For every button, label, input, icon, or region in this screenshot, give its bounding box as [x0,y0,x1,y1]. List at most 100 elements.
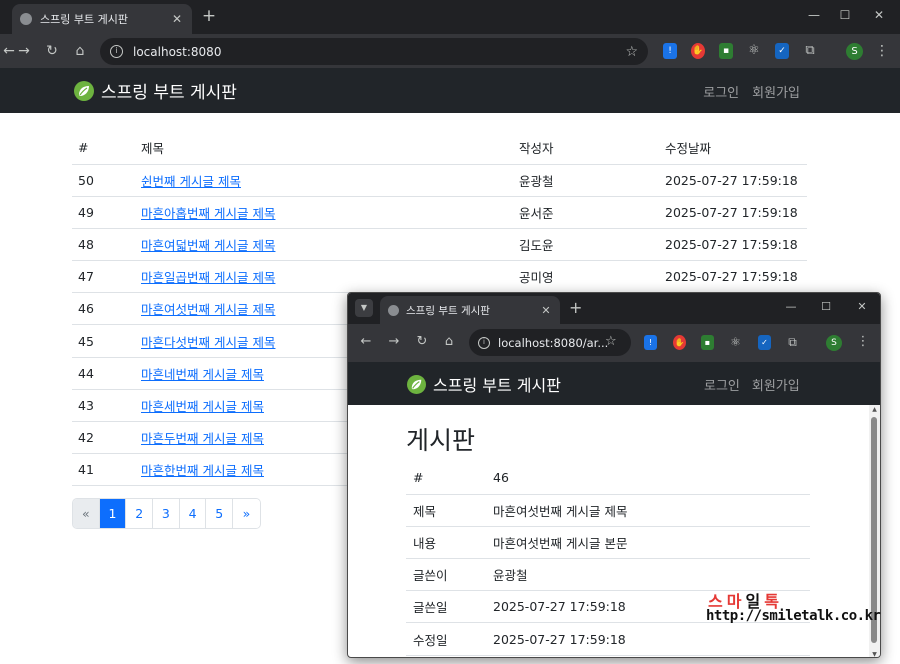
detail-row: #46 [406,462,810,495]
row-num: 49 [72,196,135,229]
tab-search-chevron-icon[interactable]: ▼ [355,299,373,317]
browser-tab-bar: 스프링 부트 게시판 ✕ + — ☐ ✕ [0,0,900,34]
page-button-1[interactable]: 1 [99,499,127,528]
page-button-2[interactable]: 2 [126,499,154,528]
page-next-button[interactable]: » [233,499,260,528]
detail-value: 마흔여섯번째 게시글 제목 [486,494,810,527]
page-prev-button[interactable]: « [73,499,100,528]
post-detail-table: #46 제목 마흔여섯번째 게시글 제목 내용 마흔여섯번째 게시글 본문 글쓴이 윤… [406,462,810,656]
row-num: 50 [72,164,135,197]
popup-window-close-button[interactable]: ✕ [853,300,871,313]
site-brand[interactable]: 스프링 부트 게시판 [74,78,237,103]
page-button-4[interactable]: 4 [179,499,207,528]
popup-tab-title: 스프링 부트 게시판 [406,304,490,317]
popup-nav-signup-link[interactable]: 회원가입 [752,375,800,394]
post-title-link[interactable]: 마흔다섯번째 게시글 제목 [141,335,275,350]
browser-toolbar: ← → ↻ ⌂ i localhost:8080 ☆ ! ✋ ▪ ⚛ ✓ ⧉ S… [0,34,900,68]
checkmark-ext-icon[interactable]: ✓ [775,43,789,59]
menu-icon[interactable]: ⋮ [855,334,871,350]
popup-maximize-button[interactable]: ☐ [817,300,835,313]
post-title-link[interactable]: 마흔일곱번째 게시글 제목 [141,270,275,285]
row-num: 41 [72,453,135,487]
post-title-link[interactable]: 마흔세번째 게시글 제목 [141,399,264,414]
minimize-button[interactable]: — [804,8,824,22]
tab-close-icon[interactable]: ✕ [170,12,184,26]
home-icon[interactable]: ⌂ [71,42,89,60]
popup-nav-login-link[interactable]: 로그인 [704,375,740,394]
row-num: 46 [72,292,135,326]
spring-leaf-icon [74,80,94,101]
back-icon[interactable]: ← [358,334,374,350]
table-row: 49 마흔아홉번째 게시글 제목 윤서준 2025-07-27 17:59:18 [72,196,807,229]
detail-label: # [406,462,486,495]
row-author: 김도윤 [513,228,659,262]
spring-leaf-icon [407,374,426,394]
header-author: 작성자 [513,131,659,165]
nav-login-link[interactable]: 로그인 [703,82,739,101]
profile-avatar[interactable]: S [826,335,842,351]
globe-icon [388,304,399,316]
react-devtools-ext-icon[interactable]: ⚛ [747,43,761,59]
detail-row: 글쓴이 윤광철 [406,558,810,592]
checkmark-ext-icon[interactable]: ✓ [758,335,771,350]
address-bar-url: localhost:8080 [133,44,222,59]
bookmark-star-icon[interactable]: ☆ [605,334,617,349]
extensions-icon[interactable]: ⧉ [803,43,817,59]
screen-capture-ext-icon[interactable]: ▪ [719,43,733,59]
detail-row: 수정일 2025-07-27 17:59:18 [406,622,810,656]
row-num: 48 [72,228,135,262]
adblock-ext-icon[interactable]: ✋ [691,43,705,59]
post-title-link[interactable]: 마흔여덟번째 게시글 제목 [141,238,275,253]
post-title-link[interactable]: 마흔한번째 게시글 제목 [141,463,264,478]
popup-browser-tab[interactable]: 스프링 부트 게시판 ✕ [380,296,560,324]
react-devtools-ext-icon[interactable]: ⚛ [729,335,742,350]
post-title-link[interactable]: 마흔두번째 게시글 제목 [141,431,264,446]
site-info-icon[interactable]: i [478,336,490,349]
detail-value: 46 [486,462,810,495]
menu-icon[interactable]: ⋮ [873,42,891,60]
site-info-icon[interactable]: i [110,45,123,58]
maximize-button[interactable]: ☐ [835,8,855,22]
forward-icon[interactable]: → [386,334,402,350]
row-num: 45 [72,324,135,358]
password-manager-ext-icon[interactable]: ! [663,43,677,59]
browser-tab[interactable]: 스프링 부트 게시판 ✕ [12,4,192,34]
popup-new-tab-button[interactable]: + [569,298,582,317]
popup-site-brand[interactable]: 스프링 부트 게시판 [407,372,561,396]
profile-avatar[interactable]: S [846,43,863,60]
bookmark-star-icon[interactable]: ☆ [625,44,638,60]
page-button-5[interactable]: 5 [206,499,234,528]
row-num: 44 [72,357,135,390]
watermark-url: http://smiletalk.co.kr [706,608,881,624]
nav-signup-link[interactable]: 회원가입 [752,82,800,101]
reload-icon[interactable]: ↻ [43,42,61,60]
header-num: # [72,131,135,165]
popup-minimize-button[interactable]: — [782,300,800,313]
home-icon[interactable]: ⌂ [441,334,457,350]
tab-title: 스프링 부트 게시판 [40,13,128,26]
site-navbar: 스프링 부트 게시판 로그인 회원가입 [0,68,900,113]
post-title-link[interactable]: 마흔네번째 게시글 제목 [141,367,264,382]
scroll-down-icon[interactable]: ▼ [870,651,879,657]
window-close-button[interactable]: ✕ [869,8,889,22]
popup-tab-close-icon[interactable]: ✕ [540,304,552,317]
header-modified: 수정날짜 [659,131,807,165]
forward-icon[interactable]: → [15,42,33,60]
reload-icon[interactable]: ↻ [414,334,430,350]
post-title-link[interactable]: 쉰번째 게시글 제목 [141,174,241,189]
row-author: 공미영 [513,260,659,294]
adblock-ext-icon[interactable]: ✋ [673,335,686,350]
extensions-icon[interactable]: ⧉ [786,335,799,350]
row-author: 윤서준 [513,196,659,229]
address-bar[interactable]: i localhost:8080 ☆ [100,38,648,65]
password-manager-ext-icon[interactable]: ! [644,335,657,350]
page-button-3[interactable]: 3 [153,499,180,528]
pagination: « 1 2 3 4 5 » [72,498,261,529]
screen-capture-ext-icon[interactable]: ▪ [701,335,714,350]
post-title-link[interactable]: 마흔여섯번째 게시글 제목 [141,302,275,317]
popup-site-navbar: 스프링 부트 게시판 로그인 회원가입 [348,362,880,405]
new-tab-button[interactable]: + [200,6,218,26]
page-title: 게시판 [406,426,476,455]
post-title-link[interactable]: 마흔아홉번째 게시글 제목 [141,206,275,221]
scroll-up-icon[interactable]: ▲ [870,406,879,413]
